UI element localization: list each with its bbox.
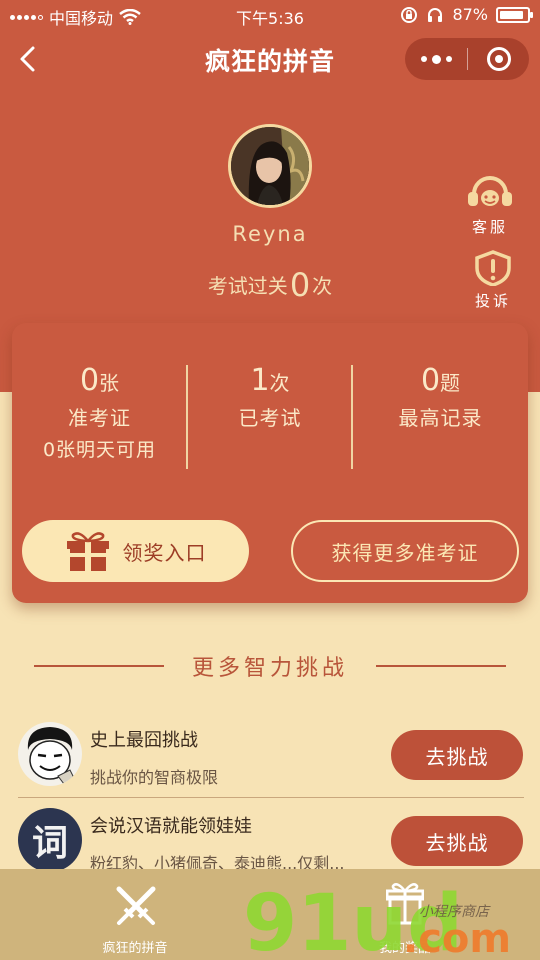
best-label: 最高记录 <box>398 406 483 430</box>
headphones-status-icon <box>428 7 443 22</box>
nav-bar: 疯狂的拼音 <box>0 30 540 90</box>
stat-exams: 1次 已考试 <box>188 363 352 431</box>
word-badge-glyph: 词 <box>31 823 68 864</box>
more-tickets-button[interactable]: 获得更多准考证 <box>291 520 519 582</box>
section-header: 更多智力挑战 <box>0 650 540 682</box>
pass-count-line: 考试过关0 次 <box>0 266 540 304</box>
customer-service-button[interactable]: 客服 <box>460 176 520 237</box>
exams-label: 已考试 <box>238 406 302 430</box>
shield-alert-icon <box>475 250 511 287</box>
status-bar: 中国移动 下午5:36 87% <box>0 0 540 30</box>
start-challenge-button[interactable]: 去挑战 <box>391 730 523 780</box>
exams-unit: 次 <box>269 371 290 395</box>
battery-icon <box>496 6 533 23</box>
reward-entry-label: 领奖入口 <box>122 540 207 565</box>
username: Reyna <box>232 222 308 246</box>
gift-tab-icon <box>386 883 424 925</box>
challenge-name: 史上最囧挑战 <box>90 730 198 751</box>
tab-bar: 疯狂的拼音 我的奖品 <box>0 869 540 960</box>
headset-icon <box>468 176 512 206</box>
section-line-right <box>376 665 506 667</box>
pass-suffix: 次 <box>312 274 333 298</box>
customer-service-label: 客服 <box>471 218 508 236</box>
best-unit: 题 <box>440 371 461 395</box>
challenge-desc: 挑战你的智商极限 <box>90 768 219 787</box>
exams-value: 1 <box>250 363 270 398</box>
complaint-label: 投诉 <box>474 292 511 310</box>
tab-home[interactable]: 疯狂的拼音 <box>0 869 270 960</box>
start-challenge-label: 去挑战 <box>425 830 489 855</box>
reward-entry-button[interactable]: 领奖入口 <box>22 520 249 582</box>
pass-count: 0 <box>289 266 311 304</box>
rotation-lock-icon <box>401 6 418 23</box>
tab-prizes-label: 我的奖品 <box>378 941 431 956</box>
tickets-sub: 0张明天可用 <box>42 439 157 461</box>
list-divider <box>18 797 524 798</box>
stat-best: 0题 最高记录 <box>353 363 528 431</box>
more-tickets-label: 获得更多准考证 <box>331 540 479 565</box>
best-value: 0 <box>420 363 441 398</box>
tab-prizes[interactable]: 我的奖品 <box>270 869 540 960</box>
tab-home-label: 疯狂的拼音 <box>102 941 168 956</box>
avatar <box>228 124 312 208</box>
start-challenge-label: 去挑战 <box>425 744 489 769</box>
gift-icon <box>66 532 109 571</box>
pass-prefix: 考试过关 <box>207 274 288 298</box>
mini-program-capsule <box>405 38 529 80</box>
close-icon[interactable] <box>468 38 529 80</box>
word-badge-icon: 词 <box>18 808 82 872</box>
start-challenge-button[interactable]: 去挑战 <box>391 816 523 866</box>
battery-percent: 87% <box>452 5 488 24</box>
meme-face-icon <box>18 722 82 786</box>
tickets-label: 准考证 <box>68 406 131 430</box>
challenge-name: 会说汉语就能领娃娃 <box>90 816 252 837</box>
tickets-value: 0 <box>79 363 100 398</box>
stat-tickets: 0张 准考证 0张明天可用 <box>12 363 187 462</box>
tickets-unit: 张 <box>99 371 120 395</box>
crossed-swords-icon <box>116 886 156 925</box>
stats-card: 0张 准考证 0张明天可用 1次 已考试 0题 最高记录 领奖入口 获得更多准考… <box>12 323 528 603</box>
list-item[interactable]: 史上最囧挑战 挑战你的智商极限 去挑战 <box>0 722 540 802</box>
more-icon[interactable] <box>405 38 467 80</box>
complaint-button[interactable]: 投诉 <box>463 250 523 311</box>
